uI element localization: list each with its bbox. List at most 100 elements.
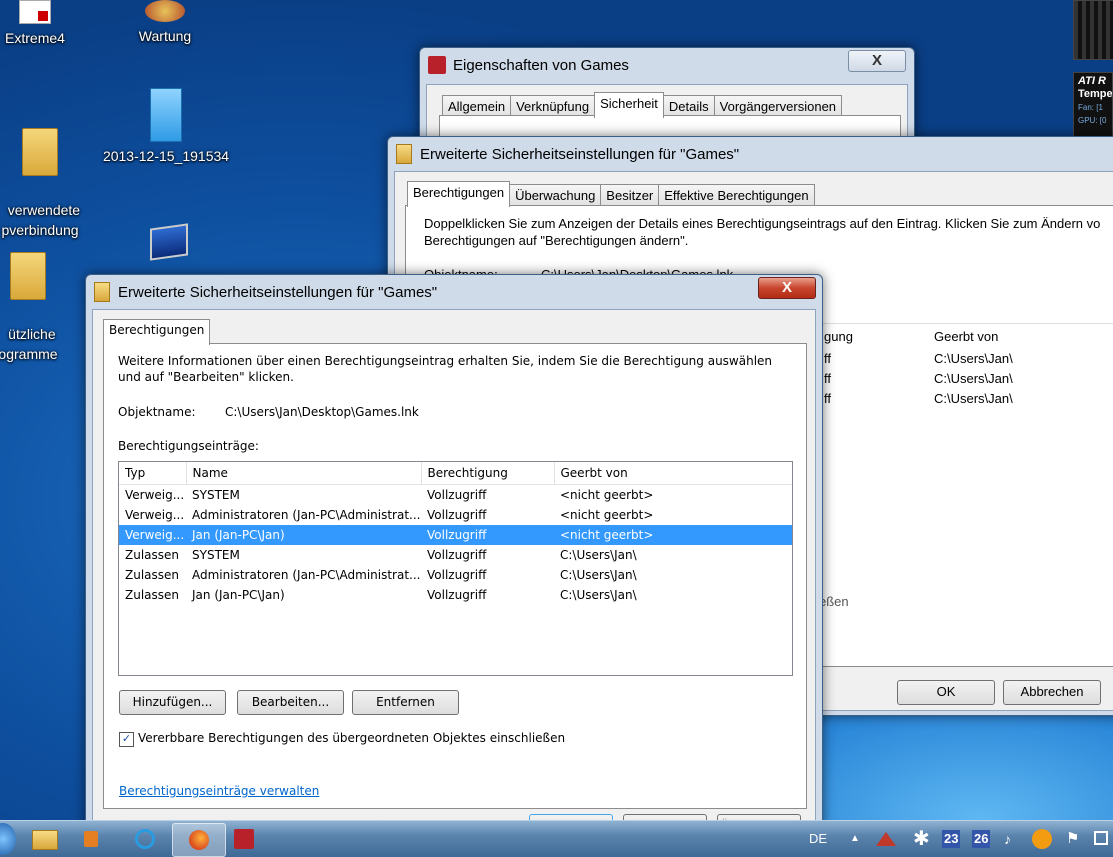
taskbar-app[interactable] bbox=[226, 823, 280, 855]
folder-icon bbox=[396, 144, 412, 164]
cpu-meter-gadget bbox=[1073, 0, 1113, 60]
list-item[interactable]: ff bbox=[824, 371, 831, 386]
list-item[interactable]: C:\Users\Jan\ bbox=[934, 371, 1013, 386]
list-item[interactable]: ff bbox=[824, 391, 831, 406]
desktop-icon-useful-programs[interactable]: ützliche ogramme bbox=[0, 212, 78, 364]
tab-besitzer[interactable]: Besitzer bbox=[600, 184, 660, 207]
advanced-back-titlebar[interactable]: Erweiterte Sicherheitseinstellungen für … bbox=[388, 137, 1113, 171]
column-header-berechtigung[interactable]: Berechtigung bbox=[421, 462, 555, 485]
taskbar-explorer[interactable] bbox=[18, 823, 72, 855]
close-button[interactable]: X bbox=[758, 277, 816, 299]
cell-typ: Verweig... bbox=[125, 508, 185, 522]
tab-berechtigungen[interactable]: Berechtigungen bbox=[103, 319, 211, 345]
table-row[interactable]: Zulassen SYSTEM Vollzugriff C:\Users\Jan… bbox=[119, 545, 792, 565]
desktop-icon-label: Wartung bbox=[138, 28, 192, 44]
cell-perm: Vollzugriff bbox=[427, 508, 487, 522]
inherit-checkbox[interactable]: ✓ bbox=[119, 732, 134, 747]
cell-perm: Vollzugriff bbox=[427, 488, 487, 502]
folder-icon bbox=[32, 830, 58, 850]
app-icon bbox=[234, 829, 254, 849]
cell-inherited: C:\Users\Jan\ bbox=[560, 548, 637, 562]
media-player-icon bbox=[84, 831, 98, 847]
gadget-line2: Fan: [1 bbox=[1078, 103, 1103, 112]
object-label: Objektname: bbox=[118, 405, 196, 419]
list-item[interactable]: ff bbox=[824, 351, 831, 366]
remove-button[interactable]: Entfernen bbox=[352, 690, 459, 715]
firefox-icon bbox=[189, 830, 209, 850]
object-value: C:\Users\Jan\Desktop\Games.lnk bbox=[225, 405, 419, 419]
info-text: Weitere Informationen über einen Berecht… bbox=[118, 354, 773, 384]
cancel-button[interactable]: Abbrechen bbox=[1003, 680, 1101, 705]
tab-berechtigungen[interactable]: Berechtigungen bbox=[407, 181, 511, 207]
column-header-permission[interactable]: gung bbox=[824, 329, 853, 344]
list-item[interactable]: C:\Users\Jan\ bbox=[934, 391, 1013, 406]
info-text-2: Berechtigungen auf "Berechtigungen änder… bbox=[424, 233, 689, 248]
app-icon bbox=[428, 56, 446, 74]
ok-button[interactable]: OK bbox=[897, 680, 995, 705]
column-header-inherited[interactable]: Geerbt von bbox=[934, 329, 998, 344]
network-icon[interactable] bbox=[1094, 821, 1108, 857]
permissions-list[interactable]: Typ Name Berechtigung Geerbt von Verweig… bbox=[118, 461, 793, 676]
temp-indicator-2[interactable]: 26 bbox=[972, 830, 991, 848]
cell-perm: Vollzugriff bbox=[421, 525, 554, 545]
advanced-back-tabs: Berechtigungen Überwachung Besitzer Effe… bbox=[407, 181, 815, 207]
gadget-brand: ATI R bbox=[1078, 75, 1106, 87]
taskbar-firefox[interactable] bbox=[172, 823, 226, 857]
action-center-flag-icon[interactable]: ⚑ bbox=[1066, 821, 1079, 857]
column-header-geerbt-von[interactable]: Geerbt von bbox=[554, 462, 792, 485]
cell-name: Jan (Jan-PC\Jan) bbox=[192, 588, 285, 602]
table-row-selected[interactable]: Verweig... Jan (Jan-PC\Jan) Vollzugriff … bbox=[119, 525, 792, 545]
edit-button[interactable]: Bearbeiten... bbox=[237, 690, 344, 715]
table-row[interactable]: Zulassen Administratoren (Jan-PC\Adminis… bbox=[119, 565, 792, 585]
cell-typ: Verweig... bbox=[125, 488, 185, 502]
table-row[interactable]: Zulassen Jan (Jan-PC\Jan) Vollzugriff C:… bbox=[119, 585, 792, 605]
manage-entries-link[interactable]: Berechtigungseinträge verwalten bbox=[119, 784, 319, 798]
gadget-line1: Tempe bbox=[1078, 88, 1113, 100]
cell-perm: Vollzugriff bbox=[427, 568, 487, 582]
tab-ueberwachung[interactable]: Überwachung bbox=[509, 184, 602, 207]
language-indicator[interactable]: DE bbox=[809, 821, 827, 857]
cell-typ: Zulassen bbox=[125, 568, 180, 582]
advanced-front-panel: Weitere Informationen über einen Berecht… bbox=[103, 343, 807, 809]
cell-inherited: C:\Users\Jan\ bbox=[560, 568, 637, 582]
folder-icon bbox=[22, 128, 58, 176]
folder-icon bbox=[94, 282, 110, 302]
column-header-typ[interactable]: Typ bbox=[119, 462, 187, 485]
cell-name: SYSTEM bbox=[192, 488, 240, 502]
cell-name: SYSTEM bbox=[192, 548, 240, 562]
table-row[interactable]: Verweig... SYSTEM Vollzugriff <nicht gee… bbox=[119, 485, 792, 506]
properties-titlebar[interactable]: Eigenschaften von Games bbox=[420, 48, 914, 82]
tab-sicherheit[interactable]: Sicherheit bbox=[594, 92, 664, 118]
start-button[interactable] bbox=[0, 823, 16, 855]
temp-indicator-1[interactable]: 23 bbox=[942, 830, 961, 848]
list-item[interactable]: C:\Users\Jan\ bbox=[934, 351, 1013, 366]
computer-icon[interactable] bbox=[138, 222, 188, 268]
inherit-checkbox-label[interactable]: Vererbbare Berechtigungen des übergeordn… bbox=[138, 731, 565, 745]
taskbar-ie[interactable] bbox=[118, 823, 172, 855]
close-button[interactable]: X bbox=[848, 50, 906, 72]
desktop-icon-screenshot[interactable]: 2013-12-15_191534 bbox=[98, 88, 234, 166]
cell-name: Administratoren (Jan-PC\Administrat... bbox=[192, 508, 421, 522]
desktop-icon-wartung[interactable]: Wartung bbox=[115, 0, 215, 46]
network-activity-icon[interactable] bbox=[876, 821, 896, 857]
pdf-file-icon bbox=[19, 0, 51, 24]
update-icon[interactable] bbox=[1032, 821, 1052, 857]
add-button[interactable]: Hinzufügen... bbox=[119, 690, 226, 715]
column-header-name[interactable]: Name bbox=[186, 462, 422, 485]
desktop-icon-label: ützliche ogramme bbox=[0, 326, 58, 362]
advanced-security-window-front[interactable]: Erweiterte Sicherheitseinstellungen für … bbox=[85, 274, 823, 839]
taskbar: DE ▲ ✱ 23 26 ♪ ⚑ bbox=[0, 820, 1113, 857]
maintenance-icon bbox=[145, 0, 185, 22]
tab-effektive-berechtigungen[interactable]: Effektive Berechtigungen bbox=[658, 184, 815, 207]
desktop-icon-extreme4[interactable]: Extreme4 bbox=[0, 0, 85, 48]
cell-perm: Vollzugriff bbox=[427, 588, 487, 602]
info-text: Doppelklicken Sie zum Anzeigen der Detai… bbox=[424, 216, 1101, 231]
advanced-front-titlebar[interactable]: Erweiterte Sicherheitseinstellungen für … bbox=[86, 275, 822, 309]
cell-perm: Vollzugriff bbox=[427, 548, 487, 562]
show-hidden-icons[interactable]: ▲ bbox=[850, 821, 860, 857]
ie-icon bbox=[135, 829, 155, 849]
desktop-icon-label: 2013-12-15_191534 bbox=[102, 148, 230, 164]
table-row[interactable]: Verweig... Administratoren (Jan-PC\Admin… bbox=[119, 505, 792, 525]
volume-icon[interactable]: ♪ bbox=[1004, 821, 1011, 857]
fan-icon[interactable]: ✱ bbox=[913, 821, 930, 857]
